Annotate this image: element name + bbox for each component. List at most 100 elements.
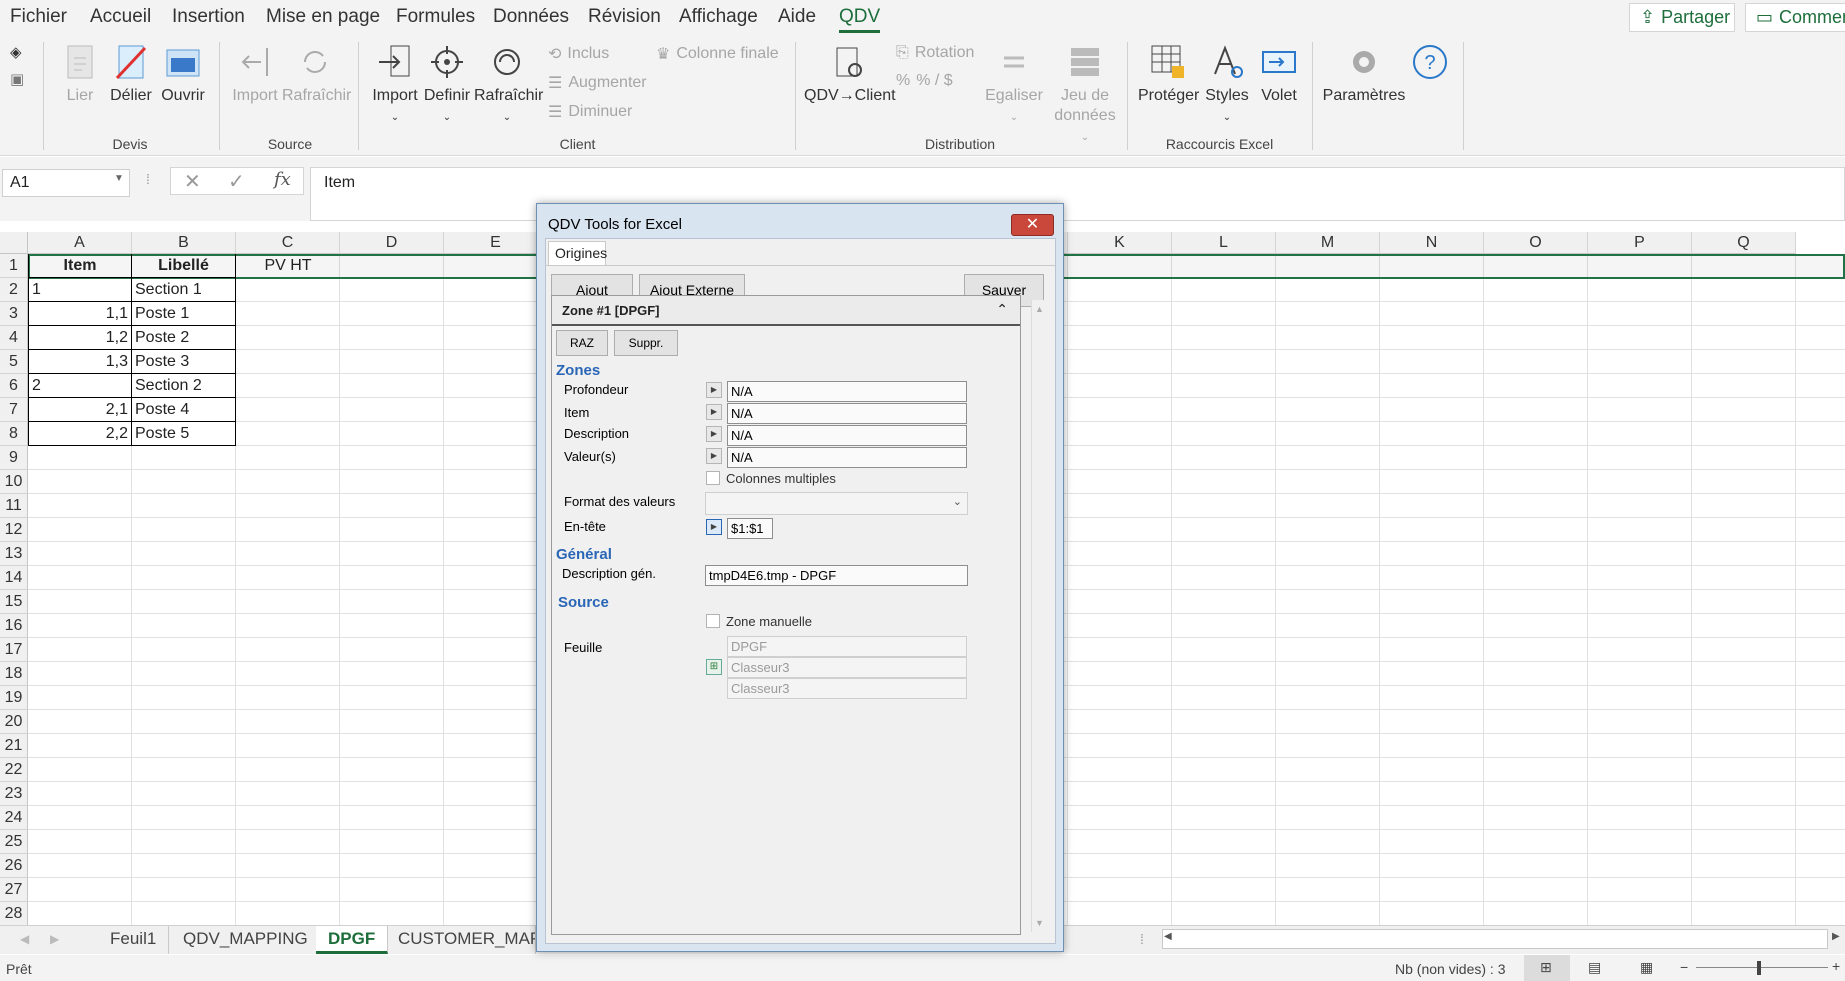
page-break-icon[interactable]: ▦ [1640, 959, 1653, 976]
dialog-scrollbar[interactable]: ▲ ▼ [1031, 300, 1048, 932]
cell-b4[interactable]: Poste 2 [132, 326, 236, 350]
proteger-button[interactable]: Protéger [1138, 44, 1199, 106]
insert-function-icon[interactable]: fx [274, 169, 291, 190]
row-header-24[interactable]: 24 [0, 806, 28, 830]
cell-b5[interactable]: Poste 3 [132, 350, 236, 374]
menu-donnees[interactable]: Données [493, 6, 569, 28]
menu-aide[interactable]: Aide [778, 6, 816, 28]
column-header-a[interactable]: A [28, 232, 132, 254]
cell-a5[interactable]: 1,3 [28, 350, 132, 374]
zone-manuelle-checkbox[interactable] [706, 614, 720, 628]
lier-button[interactable]: Lier [60, 44, 100, 106]
normal-view-button[interactable]: ⊞ [1524, 955, 1570, 981]
row-header-12[interactable]: 12 [0, 518, 28, 542]
name-box[interactable]: A1 [2, 169, 130, 197]
zoom-slider[interactable] [1696, 967, 1828, 968]
row-header-9[interactable]: 9 [0, 446, 28, 470]
column-header-n[interactable]: N [1380, 232, 1484, 254]
parametres-button[interactable]: Paramètres [1322, 44, 1406, 106]
cell-a2[interactable]: 1 [28, 278, 132, 302]
row-header-6[interactable]: 6 [0, 374, 28, 398]
column-header-q[interactable]: Q [1692, 232, 1796, 254]
zoom-slider-handle[interactable] [1757, 961, 1761, 975]
zoom-out-icon[interactable]: − [1680, 959, 1688, 975]
jeu-donnees-button[interactable]: Jeu de données ⌄ [1052, 44, 1118, 148]
ribbon-small-icon-2[interactable]: ▣ [10, 70, 24, 88]
row-header-16[interactable]: 16 [0, 614, 28, 638]
suppr-button[interactable]: Suppr. [614, 330, 678, 356]
client-rafraichir-button[interactable]: Rafraîchir ⌄ [474, 44, 543, 128]
valeurs-select-button[interactable]: ▶ [706, 448, 722, 464]
row-header-27[interactable]: 27 [0, 878, 28, 902]
item-select-button[interactable]: ▶ [706, 404, 722, 420]
rotation-button[interactable]: ⎘ Rotation [896, 44, 974, 62]
comments-button[interactable]: ▭ Commen [1745, 3, 1845, 32]
item-field[interactable]: N/A [727, 403, 967, 424]
scroll-down-icon[interactable]: ▼ [1035, 918, 1044, 928]
enter-icon[interactable]: ✓ [228, 169, 245, 194]
tab-scroll-right-icon[interactable]: ▶ [50, 932, 59, 946]
zone-header[interactable]: Zone #1 [DPGF] ⌃ [552, 296, 1020, 326]
augmenter-button[interactable]: ☰ Augmenter [548, 73, 647, 93]
pct-button[interactable]: %% / $ [896, 72, 953, 90]
raz-button[interactable]: RAZ [556, 330, 608, 356]
description-select-button[interactable]: ▶ [706, 426, 722, 442]
column-header-b[interactable]: B [132, 232, 236, 254]
column-header-l[interactable]: L [1172, 232, 1276, 254]
definir-button[interactable]: Definir ⌄ [422, 44, 472, 128]
row-header-17[interactable]: 17 [0, 638, 28, 662]
diminuer-button[interactable]: ☰ Diminuer [548, 102, 632, 122]
scroll-left-icon[interactable]: ◀ [1164, 931, 1172, 942]
delier-button[interactable]: Délier [108, 44, 154, 106]
cell-b8[interactable]: Poste 5 [132, 422, 236, 446]
row-header-18[interactable]: 18 [0, 662, 28, 686]
row-header-25[interactable]: 25 [0, 830, 28, 854]
name-box-dropdown-icon[interactable]: ▼ [114, 173, 124, 184]
column-header-o[interactable]: O [1484, 232, 1588, 254]
menu-mise-en-page[interactable]: Mise en page [266, 6, 380, 28]
cell-c1[interactable]: PV HT [236, 254, 340, 278]
cell-a4[interactable]: 1,2 [28, 326, 132, 350]
menu-fichier[interactable]: Fichier [10, 6, 67, 28]
column-header-p[interactable]: P [1588, 232, 1692, 254]
ribbon-small-icon-1[interactable]: ◈ [10, 43, 22, 61]
row-header-10[interactable]: 10 [0, 470, 28, 494]
cell-b6[interactable]: Section 2 [132, 374, 236, 398]
row-header-13[interactable]: 13 [0, 542, 28, 566]
menu-formules[interactable]: Formules [396, 6, 475, 28]
feuille-field[interactable]: DPGF [727, 636, 967, 657]
format-valeurs-select[interactable]: ⌄ [705, 492, 968, 515]
sheet-tab-customer-mapp[interactable]: CUSTOMER_MAPP [386, 926, 536, 954]
collapse-icon[interactable]: ⌃ [996, 301, 1008, 318]
cell-b3[interactable]: Poste 1 [132, 302, 236, 326]
scroll-up-icon[interactable]: ▲ [1035, 304, 1044, 314]
tab-origines[interactable]: Origines [548, 241, 607, 265]
colonnes-multiples-checkbox[interactable] [706, 471, 720, 485]
help-button[interactable]: ? [1410, 44, 1450, 86]
cell-b2[interactable]: Section 1 [132, 278, 236, 302]
cell-a6[interactable]: 2 [28, 374, 132, 398]
entete-select-button[interactable]: ▶ [706, 519, 722, 535]
row-header-21[interactable]: 21 [0, 734, 28, 758]
menu-accueil[interactable]: Accueil [90, 6, 151, 28]
row-header-5[interactable]: 5 [0, 350, 28, 374]
scroll-right-icon[interactable]: ▶ [1832, 931, 1840, 942]
classeur-field-1[interactable]: Classeur3 [727, 657, 967, 678]
source-import-button[interactable]: Import [230, 44, 280, 106]
styles-button[interactable]: Styles ⌄ [1204, 44, 1250, 128]
row-header-14[interactable]: 14 [0, 566, 28, 590]
qdv-client-button[interactable]: QDV→Client [804, 44, 896, 106]
entete-field[interactable]: $1:$1 [727, 518, 773, 539]
row-header-11[interactable]: 11 [0, 494, 28, 518]
sheet-tab-dpgf[interactable]: DPGF [316, 926, 389, 954]
colonne-finale-button[interactable]: ♛ Colonne finale [656, 44, 779, 64]
row-header-7[interactable]: 7 [0, 398, 28, 422]
row-header-2[interactable]: 2 [0, 278, 28, 302]
close-button[interactable]: ✕ [1011, 214, 1054, 236]
ouvrir-button[interactable]: Ouvrir [160, 44, 206, 106]
tab-splitter-icon[interactable]: ⁞ [1140, 931, 1144, 947]
menu-qdv[interactable]: QDV [839, 6, 881, 33]
classeur-field-2[interactable]: Classeur3 [727, 678, 967, 699]
menu-insertion[interactable]: Insertion [172, 6, 245, 28]
row-header-20[interactable]: 20 [0, 710, 28, 734]
